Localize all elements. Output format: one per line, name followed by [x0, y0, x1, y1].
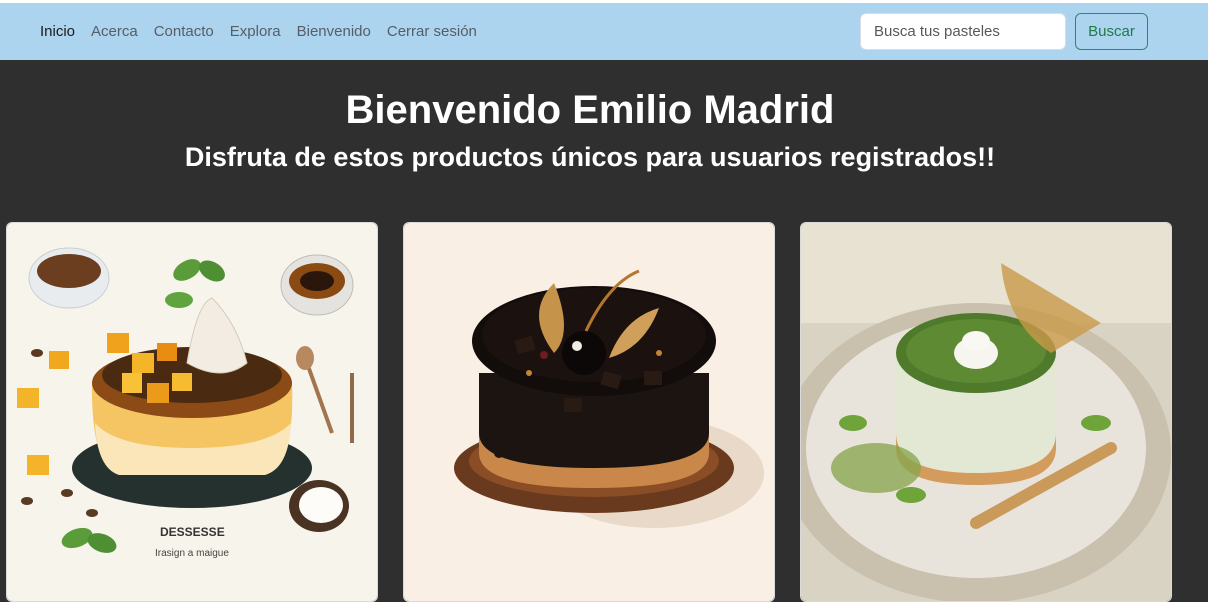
nav-link-contacto[interactable]: Contacto: [154, 23, 214, 40]
nav-link-cerrar-sesion[interactable]: Cerrar sesión: [387, 23, 477, 40]
search-button[interactable]: Buscar: [1075, 13, 1148, 50]
page-title: Bienvenido Emilio Madrid: [345, 88, 835, 132]
image-caption-sub: Irasign a maigue: [155, 548, 229, 559]
nav-links: Inicio Acerca Contacto Explora Bienvenid…: [40, 3, 493, 60]
product-card-flan[interactable]: DESSESSE Irasign a maigue: [6, 222, 378, 602]
page-subtitle: Disfruta de estos productos únicos para …: [184, 142, 996, 172]
product-image-matcha: [801, 223, 1171, 601]
image-caption-title: DESSESSE: [160, 525, 225, 539]
product-image-chocolate: [404, 223, 774, 601]
nav-link-bienvenido[interactable]: Bienvenido: [297, 23, 371, 40]
product-card-matcha[interactable]: [800, 222, 1172, 602]
navbar: Inicio Acerca Contacto Explora Bienvenid…: [0, 3, 1208, 60]
nav-link-explora[interactable]: Explora: [230, 23, 281, 40]
search-input[interactable]: [860, 13, 1066, 50]
product-card-chocolate[interactable]: [403, 222, 775, 602]
nav-link-acerca[interactable]: Acerca: [91, 23, 138, 40]
nav-link-inicio[interactable]: Inicio: [40, 23, 75, 40]
product-image-flan: DESSESSE Irasign a maigue: [7, 223, 377, 601]
